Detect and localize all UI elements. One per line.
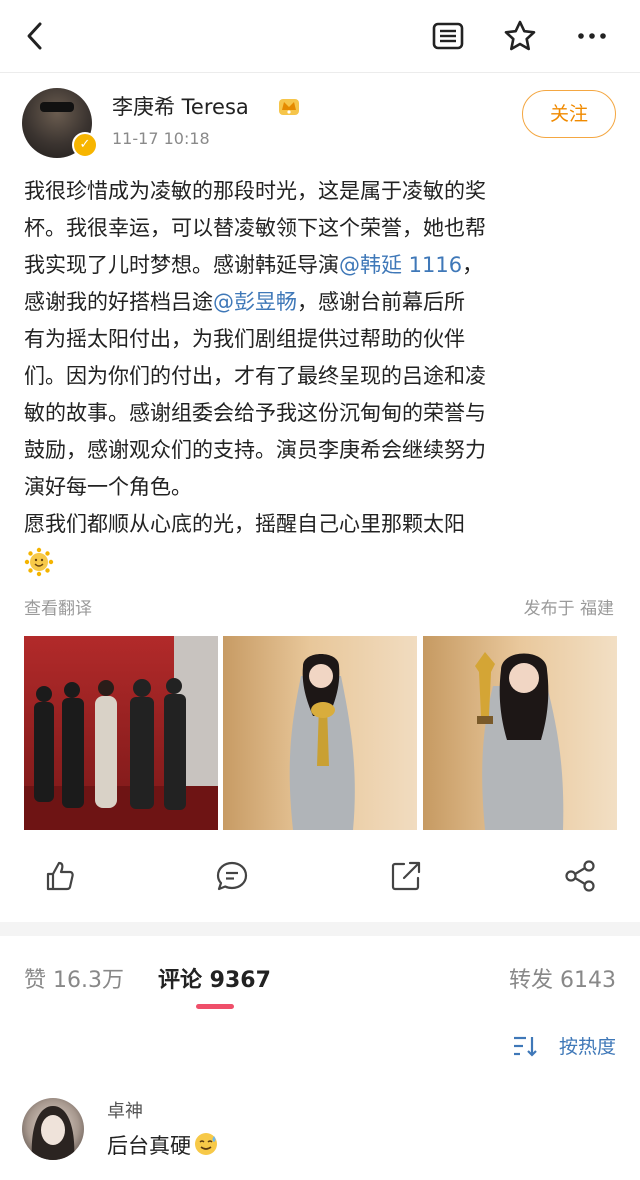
tab-reposts[interactable]: 转发 6143 bbox=[509, 962, 616, 994]
crown-badge-icon bbox=[279, 99, 299, 115]
comment-icon[interactable] bbox=[214, 858, 250, 894]
chevron-left-icon[interactable] bbox=[18, 18, 54, 54]
divider bbox=[0, 72, 640, 73]
sun-smile-icon bbox=[24, 547, 54, 577]
post-text-segment: 鼓励，感谢观众们的支持。演员李庚希会继续努力 bbox=[24, 438, 486, 462]
mention-link[interactable]: @韩延 1116 bbox=[339, 253, 462, 277]
more-icon[interactable] bbox=[574, 18, 610, 54]
post-text-segment: 愿我们都顺从心底的光，摇醒自己心里那颗太阳 bbox=[24, 512, 465, 536]
post-text-segment: 们。因为你们的付出，才有了最终呈现的吕途和凌 bbox=[24, 364, 486, 388]
post-text-segment: ，感谢台前幕后所 bbox=[297, 290, 465, 314]
post-text: 我很珍惜成为凌敏的那段时光，这是属于凌敏的奖 杯。我很幸运，可以替凌敏领下这个荣誉… bbox=[24, 173, 618, 580]
comment-text-body: 后台真硬 bbox=[107, 1134, 191, 1158]
section-gap bbox=[0, 922, 640, 936]
post-text-line: 们。因为你们的付出，才有了最终呈现的吕途和凌 bbox=[24, 358, 618, 395]
commenter-avatar[interactable] bbox=[22, 1098, 84, 1160]
post-text-line: 杯。我很幸运，可以替凌敏领下这个荣誉，她也帮 bbox=[24, 210, 618, 247]
post-text-line: 演好每一个角色。 bbox=[24, 469, 618, 506]
post-location: 发布于 福建 bbox=[523, 599, 614, 619]
follow-button[interactable]: 关注 bbox=[522, 90, 616, 138]
tab-likes[interactable]: 赞 16.3万 bbox=[24, 962, 124, 994]
post-text-segment: 我很珍惜成为凌敏的那段时光，这是属于凌敏的奖 bbox=[24, 179, 486, 203]
post-text-segment: 有为摇太阳付出，为我们剧组提供过帮助的伙伴 bbox=[24, 327, 465, 351]
post-photo-3[interactable] bbox=[423, 636, 617, 830]
post-text-line: 愿我们都顺从心底的光，摇醒自己心里那颗太阳 bbox=[24, 506, 618, 543]
post-text-segment: ， bbox=[462, 253, 484, 277]
tab-comments[interactable]: 评论 9367 bbox=[158, 962, 271, 994]
post-time: 11-17 10:18 bbox=[112, 129, 210, 148]
post-text-segment: 我实现了儿时梦想。感谢韩延导演 bbox=[24, 253, 339, 277]
notes-icon[interactable] bbox=[430, 18, 466, 54]
post-text-line: 我很珍惜成为凌敏的那段时光，这是属于凌敏的奖 bbox=[24, 173, 618, 210]
mention-link[interactable]: @彭昱畅 bbox=[213, 290, 297, 314]
post-text-line: 我实现了儿时梦想。感谢韩延导演@韩延 1116， bbox=[24, 247, 618, 284]
post-photo-2[interactable] bbox=[223, 636, 417, 830]
translate-link[interactable]: 查看翻译 bbox=[24, 594, 92, 619]
post-text-line bbox=[24, 543, 618, 580]
share-out-icon[interactable] bbox=[388, 858, 424, 894]
sweat-smile-icon bbox=[195, 1133, 217, 1155]
sort-by-hot[interactable]: 按热度 bbox=[559, 1032, 616, 1059]
post-photo-1[interactable] bbox=[24, 636, 218, 830]
commenter-name[interactable]: 卓神 bbox=[107, 1097, 143, 1123]
post-text-segment: 杯。我很幸运，可以替凌敏领下这个荣誉，她也帮 bbox=[24, 216, 486, 240]
post-text-segment: 敏的故事。感谢组委会给予我这份沉甸甸的荣誉与 bbox=[24, 401, 486, 425]
post-text-line: 有为摇太阳付出，为我们剧组提供过帮助的伙伴 bbox=[24, 321, 618, 358]
post-text-segment: 感谢我的好搭档吕途 bbox=[24, 290, 213, 314]
forward-icon[interactable] bbox=[562, 858, 598, 894]
top-bar bbox=[0, 0, 640, 72]
post-text-segment: 演好每一个角色。 bbox=[24, 475, 192, 499]
comment-text: 后台真硬 bbox=[107, 1130, 219, 1160]
sort-icon[interactable] bbox=[512, 1034, 540, 1058]
author-name[interactable]: 李庚希 Teresa bbox=[112, 91, 249, 121]
post-text-line: 敏的故事。感谢组委会给予我这份沉甸甸的荣誉与 bbox=[24, 395, 618, 432]
active-tab-indicator bbox=[196, 1004, 234, 1009]
post-text-line: 感谢我的好搭档吕途@彭昱畅，感谢台前幕后所 bbox=[24, 284, 618, 321]
post-text-line: 鼓励，感谢观众们的支持。演员李庚希会继续努力 bbox=[24, 432, 618, 469]
thumbs-up-icon[interactable] bbox=[42, 858, 78, 894]
verified-badge-icon: ✓ bbox=[72, 132, 98, 158]
star-icon[interactable] bbox=[502, 18, 538, 54]
